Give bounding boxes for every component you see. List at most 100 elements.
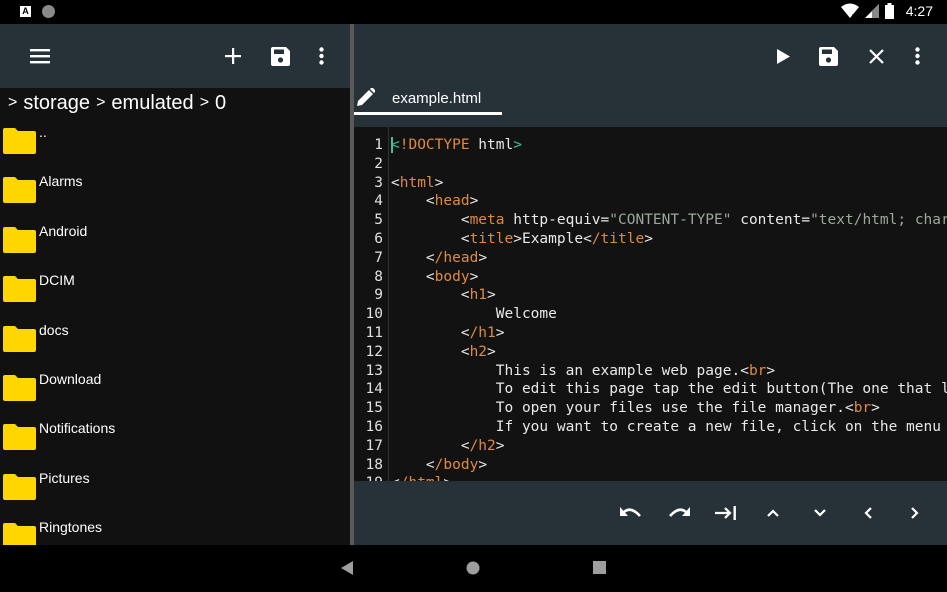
file-name: Pictures <box>39 469 90 486</box>
save-icon[interactable] <box>260 36 300 76</box>
navigation-bar <box>0 545 947 592</box>
chevron-left-icon[interactable] <box>848 493 888 533</box>
code-line: 18 </body> <box>354 456 947 475</box>
code-text: <h2> <box>460 343 496 360</box>
add-icon[interactable] <box>213 36 253 76</box>
line-number: 1 <box>374 137 383 153</box>
more-vert-icon[interactable] <box>301 36 341 76</box>
file-list-item[interactable]: Android <box>0 221 350 270</box>
line-number: 19 <box>366 474 383 481</box>
breadcrumb: > storage > emulated > 0 <box>6 90 226 116</box>
folder-icon <box>3 276 36 303</box>
more-vert-icon[interactable] <box>897 36 937 76</box>
signal-icon <box>864 4 879 18</box>
code-line: 12 <h2> <box>354 343 947 362</box>
line-number: 10 <box>365 306 383 323</box>
folder-icon <box>3 523 36 545</box>
code-text: If you want to create a new file, click … <box>495 419 941 435</box>
chevron-right-icon: > <box>8 94 18 111</box>
code-text: </body> <box>425 456 488 473</box>
circle-status-icon <box>42 5 55 18</box>
code-text: <body> <box>425 268 479 285</box>
code-line: 5 <meta http-equiv="CONTENT-TYPE" conten… <box>354 211 947 230</box>
code-line: 4 <head> <box>354 192 947 211</box>
chevron-up-icon[interactable] <box>753 493 793 533</box>
recents-icon[interactable] <box>593 561 606 574</box>
file-list-item[interactable]: DCIM <box>0 270 350 319</box>
clock: 4:27 <box>905 3 933 19</box>
file-name: Alarms <box>39 173 83 190</box>
file-manager-toolbar <box>0 24 350 88</box>
code-line: 10 Welcome <box>354 305 947 324</box>
code-text: <title>Example</title> <box>460 231 653 247</box>
folder-icon <box>3 374 36 401</box>
status-icons: x 4:27 <box>840 3 933 19</box>
code-line: 11 </h1> <box>354 324 947 343</box>
hamburger-menu-icon[interactable] <box>20 36 60 76</box>
breadcrumb-item-0[interactable]: 0 <box>215 92 226 115</box>
file-list-item[interactable]: Ringtones <box>0 517 350 545</box>
save-icon[interactable] <box>808 36 848 76</box>
code-text: </head> <box>425 249 488 266</box>
breadcrumb-item-storage[interactable]: storage <box>23 92 90 115</box>
editor-toolbar: example.html <box>354 24 947 127</box>
line-number: 16 <box>365 419 383 435</box>
file-list: .. Alarms Android DCIM docs Download Notificat… <box>0 122 350 545</box>
line-number: 17 <box>365 437 383 454</box>
file-list-item[interactable]: Notifications <box>0 418 350 467</box>
file-list-item[interactable]: docs <box>0 320 350 369</box>
code-text: This is an example web page.<br> <box>391 362 776 379</box>
code-text: <meta http-equiv="CONTENT-TYPE" content=… <box>460 212 947 229</box>
line-number: 2 <box>374 155 383 172</box>
wifi-off-icon: x <box>840 3 859 19</box>
chevron-right-icon: > <box>96 94 106 111</box>
line-number: 11 <box>365 325 383 341</box>
code-line: 1 <!DOCTYPE html> <box>354 136 947 155</box>
code-text: </h2> <box>460 437 505 454</box>
code-text: <!DOCTYPE html> <box>391 137 522 153</box>
code-line: 9 <h1> <box>354 286 947 305</box>
status-bar: A x 4:27 <box>0 0 947 24</box>
line-number: 15 <box>365 400 383 417</box>
line-number: 12 <box>365 343 383 360</box>
close-icon[interactable] <box>856 36 896 76</box>
file-list-item[interactable]: Alarms <box>0 171 350 220</box>
redo-icon[interactable] <box>659 493 699 533</box>
file-list-item[interactable]: Pictures <box>0 468 350 517</box>
code-line: 17 </h2> <box>354 437 947 456</box>
file-list-item[interactable]: Download <box>0 369 350 418</box>
line-number: 4 <box>374 193 383 210</box>
code-text: <html> <box>391 174 444 191</box>
undo-icon[interactable] <box>611 493 651 533</box>
editor-bottom-toolbar <box>354 481 947 545</box>
breadcrumb-item-emulated[interactable]: emulated <box>111 92 193 115</box>
code-line: 7 </head> <box>354 249 947 268</box>
home-icon[interactable] <box>466 561 480 575</box>
tab-indent-icon[interactable] <box>706 493 746 533</box>
code-editor[interactable]: 1 <!DOCTYPE html> 2 3 <html> 4 <head> 5 <meta … <box>354 127 947 481</box>
code-line: 3 <html> <box>354 174 947 193</box>
file-name: Notifications <box>39 420 116 437</box>
notification-a-icon: A <box>20 6 31 17</box>
line-number: 8 <box>374 268 383 285</box>
line-number: 13 <box>365 362 383 379</box>
back-icon[interactable] <box>341 561 353 575</box>
code-text: </h1> <box>460 325 505 341</box>
file-name: Ringtones <box>39 519 103 536</box>
folder-icon <box>3 473 36 500</box>
line-number: 3 <box>374 174 383 191</box>
folder-icon <box>3 325 36 352</box>
code-line: 6 <title>Example</title> <box>354 230 947 249</box>
chevron-down-icon[interactable] <box>800 493 840 533</box>
code-line: 13 This is an example web page.<br> <box>354 362 947 381</box>
file-list-item[interactable]: .. <box>0 122 350 171</box>
file-name: .. <box>39 124 47 140</box>
tab-label: example.html <box>392 90 482 107</box>
play-icon[interactable] <box>763 36 803 76</box>
file-manager-pane: > storage > emulated > 0 .. Alarms Android… <box>0 24 350 545</box>
code-line: 19 </html> <box>354 474 947 481</box>
chevron-right-icon: > <box>199 94 210 111</box>
chevron-right-icon[interactable] <box>895 493 935 533</box>
line-number: 6 <box>374 231 383 247</box>
folder-icon <box>3 177 36 204</box>
